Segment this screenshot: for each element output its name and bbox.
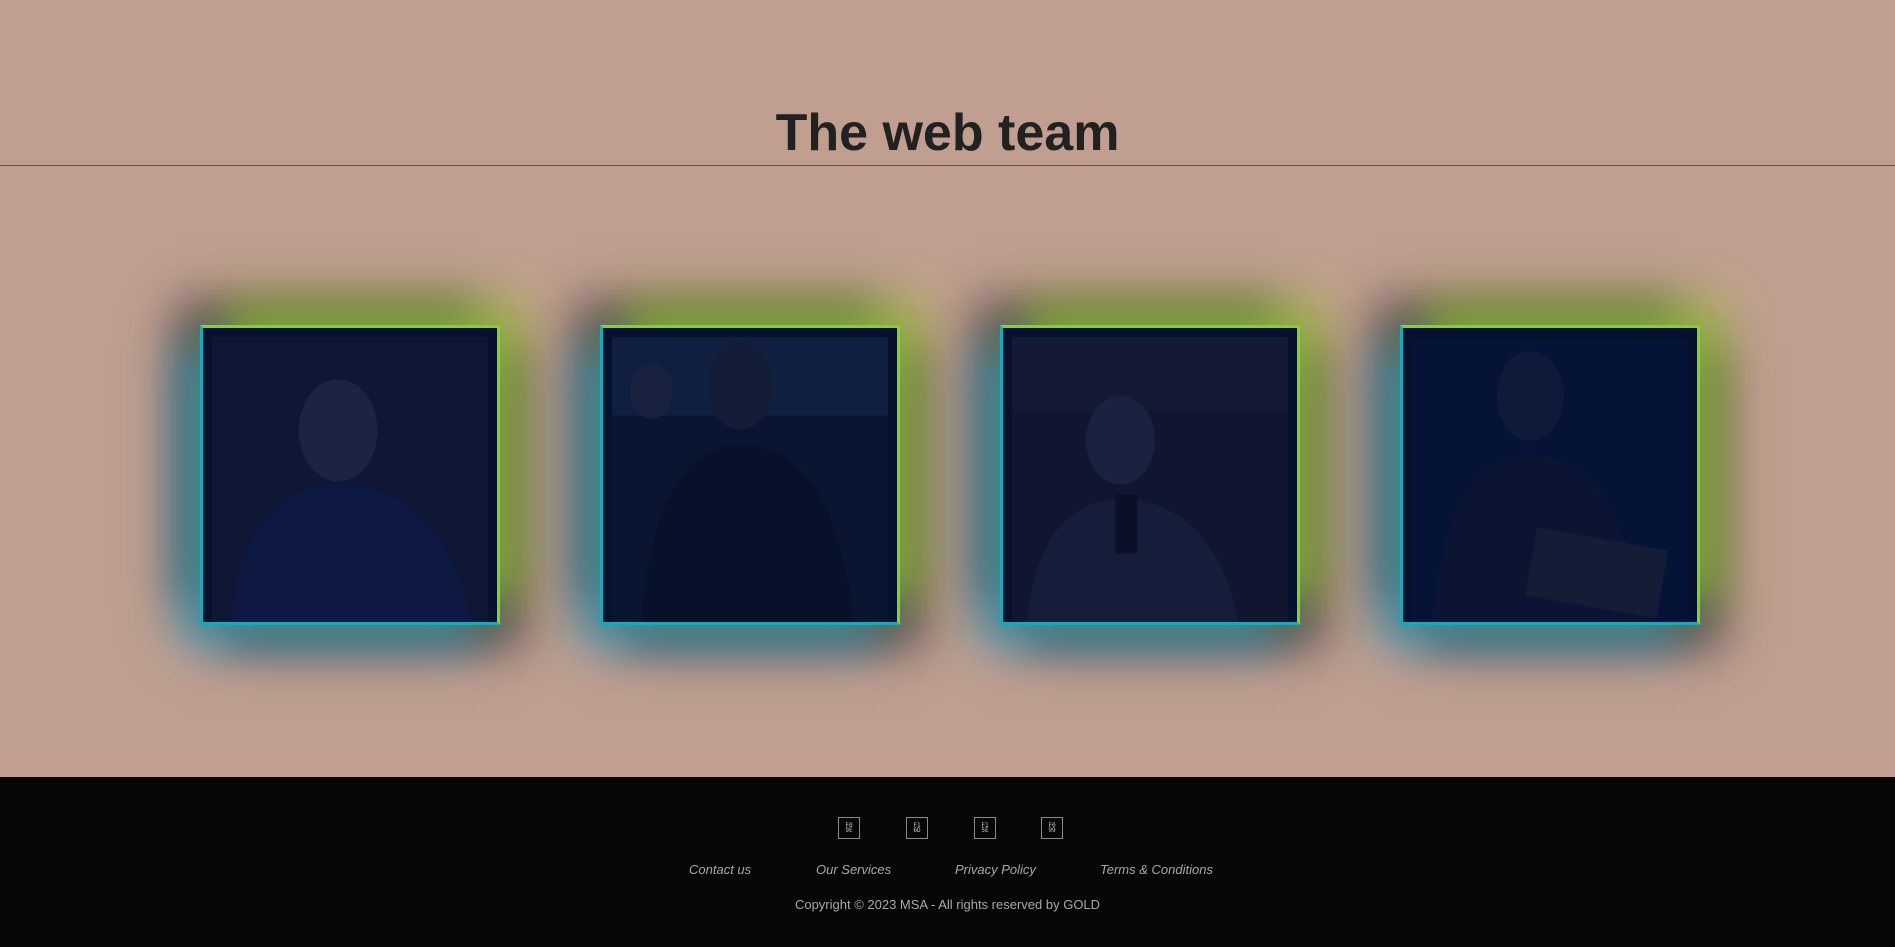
person-portrait-icon: [212, 337, 488, 622]
placeholder-glyph-icon[interactable]: F0 99: [1041, 817, 1063, 839]
team-member-card[interactable]: [600, 325, 900, 625]
team-member-photo: [1412, 337, 1688, 622]
team-member-photo: [612, 337, 888, 622]
team-member-card[interactable]: [200, 325, 500, 625]
team-member-card[interactable]: [1400, 325, 1700, 625]
placeholder-glyph-icon[interactable]: F1 6D: [906, 817, 928, 839]
copyright-text: Copyright © 2023 MSA - All rights reserv…: [794, 897, 1101, 912]
team-member-photo: [1012, 337, 1288, 622]
page-header: The web team: [0, 0, 1895, 166]
social-icons: F0 9E F1 6D F1 5E F0 99: [0, 817, 1895, 839]
person-portrait-icon: [612, 337, 888, 622]
page-title: The web team: [775, 104, 1120, 162]
placeholder-glyph-icon[interactable]: F1 5E: [974, 817, 996, 839]
team-member-photo: [212, 337, 488, 622]
footer-link-contact-us[interactable]: Contact us: [689, 861, 751, 879]
footer-link-privacy-policy[interactable]: Privacy Policy: [955, 861, 1036, 879]
person-portrait-icon: [1412, 337, 1688, 622]
footer-link-terms-conditions[interactable]: Terms & Conditions: [1100, 861, 1213, 879]
footer-link-our-services[interactable]: Our Services: [816, 861, 891, 879]
team-member-card[interactable]: [1000, 325, 1300, 625]
footer-nav: Contact us Our Services Privacy Policy T…: [0, 861, 1895, 879]
placeholder-glyph-icon[interactable]: F0 9E: [838, 817, 860, 839]
person-portrait-icon: [1012, 337, 1288, 622]
